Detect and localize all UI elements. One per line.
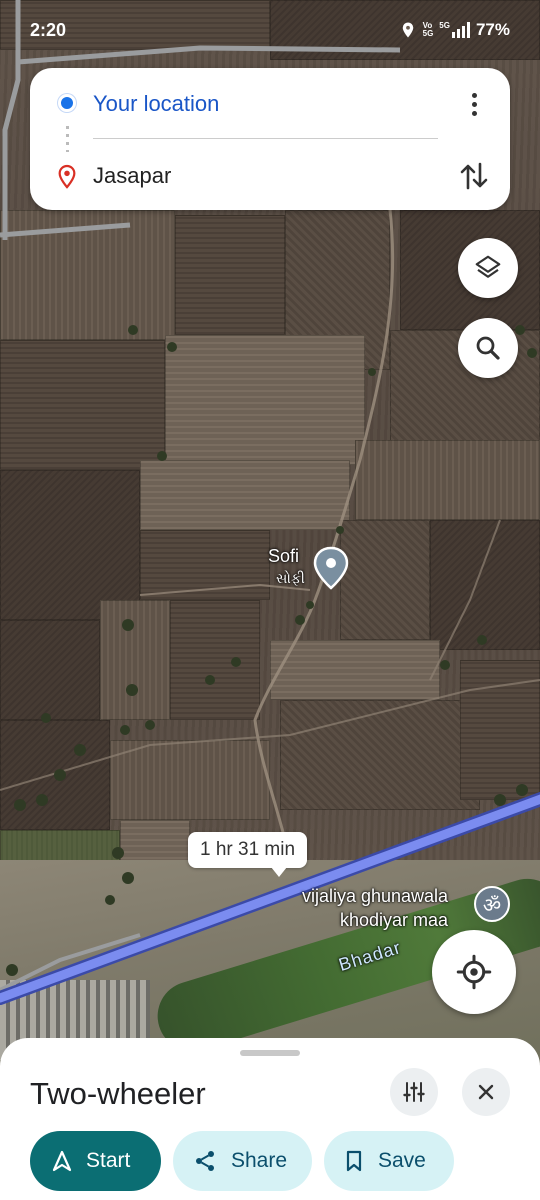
more-vert-icon: [471, 92, 477, 98]
route-connector: [66, 126, 69, 152]
navigation-arrow-icon: [52, 1150, 72, 1172]
layers-button[interactable]: [458, 238, 518, 298]
temple-icon[interactable]: ॐ: [474, 886, 510, 922]
swap-vert-icon[interactable]: [456, 158, 492, 194]
trees: [6, 325, 537, 976]
search-button[interactable]: [458, 318, 518, 378]
track: [429, 519, 501, 681]
volte-bottom: 5G: [422, 29, 434, 38]
drag-handle[interactable]: [240, 1050, 300, 1056]
track: [0, 679, 540, 791]
search-icon: [476, 336, 500, 360]
volte-icon: Vo 5G: [423, 22, 434, 38]
travel-mode-title: Two-wheeler: [30, 1076, 206, 1111]
place-label-temple[interactable]: vijaliya ghunawala khodiyar maa: [298, 884, 448, 932]
place-pin-icon[interactable]: [312, 546, 350, 590]
bottom-sheet: Two-wheeler Start Share Save: [0, 1038, 540, 1200]
my-location-icon: [456, 954, 492, 990]
share-button[interactable]: Share: [173, 1131, 312, 1191]
bookmark-icon: [346, 1150, 362, 1172]
eta-bubble[interactable]: 1 hr 31 min: [188, 832, 308, 877]
close-button[interactable]: [462, 1068, 510, 1116]
tune-icon: [403, 1082, 425, 1102]
status-time: 2:20: [30, 20, 67, 40]
red-pin-icon: [58, 164, 76, 189]
route-options-button[interactable]: [390, 1068, 438, 1116]
road: [0, 222, 131, 238]
share-icon: [196, 1151, 214, 1171]
divider: [93, 138, 438, 139]
network-type: 5G: [439, 22, 470, 38]
close-icon: [478, 1084, 494, 1100]
location-dot-icon: [58, 94, 76, 112]
location-status-icon: [402, 22, 413, 38]
my-location-button[interactable]: [432, 930, 516, 1014]
track: [253, 209, 395, 841]
status-icons: Vo 5G 5G 77%: [399, 20, 510, 40]
start-label: Start: [86, 1149, 131, 1172]
start-button[interactable]: Start: [30, 1131, 161, 1191]
directions-card: Your location Jasapar: [30, 68, 510, 210]
place-label-sofi[interactable]: Sofi: [268, 546, 299, 567]
save-label: Save: [378, 1149, 426, 1172]
destination-field[interactable]: Jasapar: [93, 163, 171, 189]
battery-level: 77%: [475, 20, 510, 39]
place-label-sofi-local[interactable]: સોફી: [276, 570, 305, 587]
origin-field[interactable]: Your location: [93, 91, 219, 117]
more-options-button[interactable]: [458, 88, 490, 120]
road: [0, 933, 141, 992]
share-label: Share: [231, 1149, 288, 1172]
temple-line-1: vijaliya ghunawala: [301, 886, 449, 906]
save-button[interactable]: Save: [324, 1131, 454, 1191]
network-label: 5G: [439, 21, 450, 30]
temple-line-2: khodiyar maa: [340, 910, 449, 930]
signal-icon: [451, 22, 470, 38]
status-bar: 2:20 Vo 5G 5G 77%: [0, 0, 540, 62]
layers-icon: [475, 255, 501, 278]
